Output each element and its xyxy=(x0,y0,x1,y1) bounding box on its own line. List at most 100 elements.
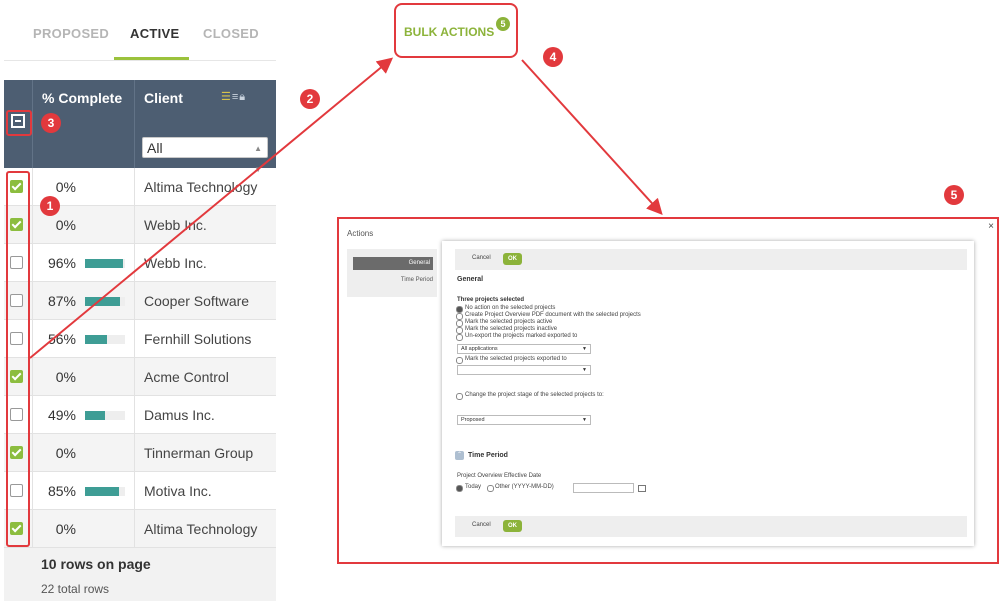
applications-select-value: All applications xyxy=(461,346,498,352)
cell-divider xyxy=(134,472,135,509)
cell-divider xyxy=(32,168,33,205)
percent-complete: 0% xyxy=(55,369,76,385)
cell-divider xyxy=(32,510,33,547)
grid-footer: 10 rows on page 22 total rows xyxy=(4,548,276,601)
cell-divider xyxy=(134,206,135,243)
cell-divider xyxy=(134,320,135,357)
effective-date-label: Project Overview Effective Date xyxy=(457,473,542,479)
cell-divider xyxy=(134,244,135,281)
ok-button-top[interactable]: OK xyxy=(503,253,522,265)
cell-divider xyxy=(32,282,33,319)
percent-complete: 0% xyxy=(55,217,76,233)
radio-today[interactable] xyxy=(456,485,463,492)
percent-complete: 56% xyxy=(47,331,76,347)
progress-bar xyxy=(85,297,125,306)
client-name: Tinnerman Group xyxy=(144,445,254,461)
client-name: Altima Technology xyxy=(144,521,258,537)
cell-divider xyxy=(134,358,135,395)
table-row[interactable]: 0% Acme Control xyxy=(4,358,276,396)
marker-3: 3 xyxy=(41,113,61,133)
cell-divider xyxy=(134,510,135,547)
option-label: Create Project Overview PDF document wit… xyxy=(465,312,641,318)
radio-change-stage[interactable] xyxy=(456,393,463,400)
cell-divider xyxy=(134,396,135,433)
cell-divider xyxy=(134,168,135,205)
option-label: Mark the selected projects inactive xyxy=(465,326,558,332)
column-header-complete[interactable]: % Complete xyxy=(42,90,122,106)
progress-fill xyxy=(85,297,120,306)
option-label: Mark the selected projects active xyxy=(465,319,553,325)
cell-divider xyxy=(32,472,33,509)
option-label: No action on the selected projects xyxy=(465,305,556,311)
radio-mark-exported[interactable] xyxy=(456,357,463,364)
marker-4: 4 xyxy=(543,47,563,67)
percent-complete: 0% xyxy=(55,179,76,195)
cell-divider xyxy=(32,358,33,395)
progress-bar xyxy=(85,259,125,268)
table-row[interactable]: 0% Altima Technology xyxy=(4,510,276,548)
bottom-button-bar: Cancel OK xyxy=(455,516,967,537)
radio-no-action[interactable] xyxy=(456,306,463,313)
column-header-client[interactable]: Client xyxy=(144,90,183,106)
marker-5: 5 xyxy=(944,185,964,205)
percent-complete: 85% xyxy=(47,483,76,499)
option-label: Un-export the projects marked exported t… xyxy=(465,333,578,339)
percent-complete: 96% xyxy=(47,255,76,271)
client-name: Motiva Inc. xyxy=(144,483,212,499)
tab-proposed[interactable]: PROPOSED xyxy=(33,26,109,41)
client-name: Damus Inc. xyxy=(144,407,215,423)
actions-panel: Actions × General Time Period Cancel OK … xyxy=(337,217,999,564)
side-nav-time-period[interactable]: Time Period xyxy=(347,277,433,283)
client-filter-value: All xyxy=(147,140,163,156)
bulk-actions-highlight: BULK ACTIONS 5 xyxy=(394,3,518,58)
radio-create-pdf[interactable] xyxy=(456,313,463,320)
applications-select[interactable]: All applications ▼ xyxy=(457,344,591,354)
marker-1: 1 xyxy=(40,196,60,216)
table-row[interactable]: 96% Webb Inc. xyxy=(4,244,276,282)
lock-icon[interactable]: 🔒︎ xyxy=(239,91,246,103)
stage-select[interactable]: Proposed ▼ xyxy=(457,415,591,425)
cell-divider xyxy=(32,434,33,471)
table-row[interactable]: 49% Damus Inc. xyxy=(4,396,276,434)
table-row[interactable]: 56% Fernhill Solutions xyxy=(4,320,276,358)
progress-bar xyxy=(85,335,125,344)
radio-mark-inactive[interactable] xyxy=(456,327,463,334)
bulk-actions-button[interactable]: BULK ACTIONS xyxy=(404,25,494,39)
sort-icon[interactable]: ☰ xyxy=(221,91,232,103)
progress-fill xyxy=(85,487,119,496)
selected-heading: Three projects selected xyxy=(457,297,525,303)
panel-side-nav: General Time Period xyxy=(347,249,437,297)
radio-other-date[interactable] xyxy=(487,485,494,492)
project-status-tabs: PROPOSED ACTIVE CLOSED xyxy=(4,8,276,61)
panel-title: Actions xyxy=(347,229,374,238)
collapse-icon[interactable]: ⌃ xyxy=(455,451,464,460)
close-icon[interactable]: × xyxy=(988,221,994,232)
side-nav-general[interactable]: General xyxy=(353,257,433,270)
date-input[interactable] xyxy=(573,483,634,493)
exported-to-select[interactable]: ▼ xyxy=(457,365,591,375)
chevron-down-icon: ▼ xyxy=(582,367,587,373)
client-name: Altima Technology xyxy=(144,179,258,195)
table-row[interactable]: 85% Motiva Inc. xyxy=(4,472,276,510)
today-label: Today xyxy=(465,484,482,490)
cancel-button-top[interactable]: Cancel xyxy=(472,255,491,261)
percent-complete: 0% xyxy=(55,445,76,461)
other-date-label: Other (YYYY-MM-DD) xyxy=(495,484,554,490)
radio-unexport[interactable] xyxy=(456,334,463,341)
ok-button-bottom[interactable]: OK xyxy=(503,520,522,532)
progress-fill xyxy=(85,259,124,268)
tab-closed[interactable]: CLOSED xyxy=(203,26,259,41)
tab-active[interactable]: ACTIVE xyxy=(130,26,179,41)
arrow-bulk-to-dialog xyxy=(521,59,663,215)
table-row[interactable]: 87% Cooper Software xyxy=(4,282,276,320)
progress-fill xyxy=(85,335,108,344)
cancel-button-bottom[interactable]: Cancel xyxy=(472,522,491,528)
calendar-icon[interactable] xyxy=(638,485,646,492)
cell-divider xyxy=(32,320,33,357)
radio-mark-active[interactable] xyxy=(456,320,463,327)
client-filter-select[interactable]: All ▲ ▼ xyxy=(142,137,268,174)
percent-complete: 0% xyxy=(55,521,76,537)
table-row[interactable]: 0% Tinnerman Group xyxy=(4,434,276,472)
rows-on-page: 10 rows on page xyxy=(41,556,151,572)
total-rows: 22 total rows xyxy=(41,582,110,596)
